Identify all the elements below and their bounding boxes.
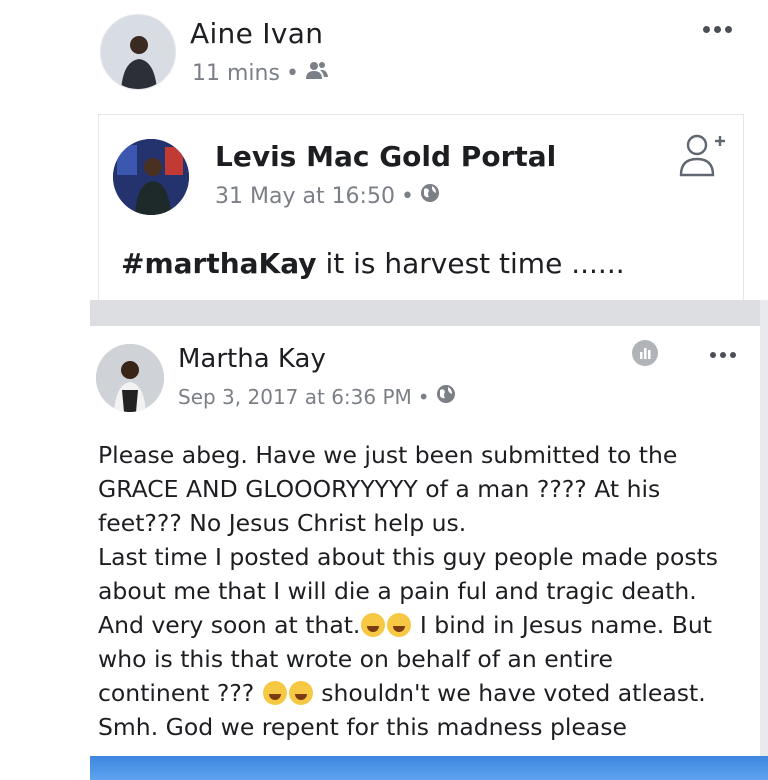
insights-icon[interactable] <box>632 340 658 366</box>
laughing-emoji-icon <box>361 613 386 637</box>
text-line: GRACE AND GLOOORYYYYY of a man ???? At h… <box>98 475 661 503</box>
right-edge <box>760 300 768 756</box>
globe-icon <box>436 384 456 409</box>
text-line: And very soon at that. I bind in Jesus n… <box>98 608 758 642</box>
left-margin <box>0 0 90 780</box>
avatar-aine-ivan[interactable] <box>100 14 176 90</box>
hashtag-link[interactable]: #marthaKay <box>121 247 317 280</box>
thinking-emoji-icon <box>262 681 287 705</box>
avatar-levis-mac-gold[interactable] <box>113 139 189 215</box>
meta-separator: • <box>285 60 299 86</box>
post-time[interactable]: 11 mins <box>192 61 280 86</box>
text-line: who is this that wrote on behalf of an e… <box>98 645 613 673</box>
text-fragment: continent ??? <box>98 679 262 707</box>
quoted-post: Martha Kay Sep 3, 2017 at 6:36 PM • Plea… <box>90 326 768 756</box>
friends-icon <box>305 60 329 86</box>
post-separator <box>90 300 768 326</box>
text-line: feet??? No Jesus Christ help us. <box>98 509 467 537</box>
text-line: Please abeg. Have we just been submitted… <box>98 441 678 469</box>
avatar-martha-kay[interactable] <box>96 344 164 412</box>
meta-separator: • <box>417 384 430 409</box>
text-line: about me that I will die a pain ful and … <box>98 577 697 605</box>
thinking-emoji-icon <box>288 681 313 705</box>
shared-card[interactable]: Levis Mac Gold Portal 31 May at 16:50 • … <box>98 114 744 300</box>
quoted-time[interactable]: Sep 3, 2017 at 6:36 PM <box>178 385 412 409</box>
shared-time[interactable]: 31 May at 16:50 <box>215 184 395 209</box>
shared-meta: 31 May at 16:50 • <box>215 183 440 209</box>
text-fragment: And very soon at that. <box>98 611 361 639</box>
shared-text: #marthaKay it is harvest time ...... <box>121 247 625 280</box>
text-line: Last time I posted about this guy people… <box>98 543 719 571</box>
more-options-icon[interactable] <box>710 352 736 358</box>
quoted-meta: Sep 3, 2017 at 6:36 PM • <box>178 384 456 409</box>
text-fragment: I bind in Jesus name. But <box>412 611 712 639</box>
shared-author[interactable]: Levis Mac Gold Portal <box>215 140 556 173</box>
add-friend-icon[interactable] <box>677 131 727 181</box>
quoted-post-text: Please abeg. Have we just been submitted… <box>98 438 758 744</box>
text-line: continent ??? shouldn't we have voted at… <box>98 676 758 710</box>
laughing-emoji-icon <box>387 613 412 637</box>
globe-icon <box>420 183 440 209</box>
post-meta: 11 mins • <box>192 60 329 86</box>
quoted-author[interactable]: Martha Kay <box>178 344 326 374</box>
shared-post: Aine Ivan 11 mins • Levis Mac Gold Porta… <box>90 0 768 300</box>
text-line: Smh. God we repent for this madness plea… <box>98 713 627 741</box>
meta-separator: • <box>400 183 414 209</box>
attached-image-preview[interactable] <box>90 756 768 780</box>
shared-text-rest: it is harvest time ...... <box>316 247 625 280</box>
post-author[interactable]: Aine Ivan <box>190 17 323 50</box>
more-options-icon[interactable] <box>703 26 732 33</box>
text-fragment: shouldn't we have voted atleast. <box>313 679 706 707</box>
